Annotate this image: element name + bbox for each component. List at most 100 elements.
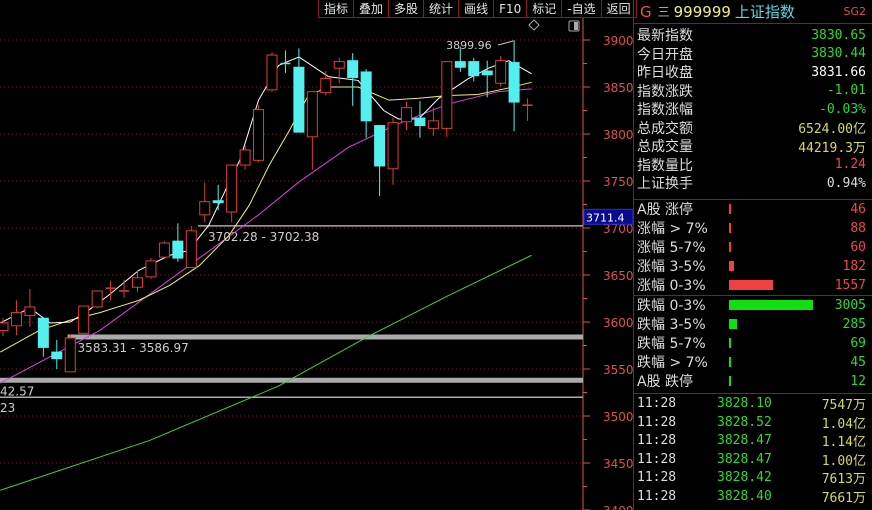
toolbar-button-8[interactable]: 返回 <box>600 0 637 18</box>
breadth-value: 1557 <box>834 277 866 293</box>
candle-down <box>51 351 63 360</box>
breadth-down-section: 跌幅 0-3% 3005 跌幅 3-5% 285 跌幅 5-7% 69 跌幅 > 7% 45 A… <box>634 296 872 394</box>
y-tick-label: 3800 <box>603 128 633 142</box>
candle-up <box>158 242 170 258</box>
tick-row: 11:28 3828.47 1.14亿 <box>634 432 872 451</box>
tick-time: 11:28 <box>637 488 677 504</box>
breadth-label: A股 跌停 <box>637 374 694 390</box>
panel-toggle-icon-fill <box>574 22 578 30</box>
stat-value: -1.01 <box>826 83 866 99</box>
stat-value: -0.03% <box>819 101 866 117</box>
tick-row: 11:28 3828.42 7613万 <box>634 469 872 487</box>
toolbar-button-0[interactable]: 指标 <box>318 0 353 18</box>
candle-up <box>401 107 412 123</box>
breadth-row: 涨幅 0-3% 1557 <box>634 276 872 295</box>
toolbar-button-4[interactable]: 画线 <box>458 0 493 18</box>
toolbar-button-6[interactable]: 标记 <box>526 0 561 18</box>
stats-section: 最新指数 3830.65 今日开盘 3830.44 昨日收盘 3831.66 指数涨跌 -1.… <box>634 24 872 200</box>
breadth-value: 88 <box>850 220 866 236</box>
breadth-label: 跌幅 5-7% <box>637 336 706 352</box>
candle-down <box>374 125 386 167</box>
high-arrow <box>497 40 514 46</box>
breadth-row: 涨幅 > 7% 88 <box>634 219 872 238</box>
stat-value: 0.94% <box>826 175 866 191</box>
tick-volume: 7547万 <box>821 398 866 414</box>
y-tick-label: 3850 <box>603 81 633 95</box>
toolbar-button-3[interactable]: 统计 <box>423 0 458 18</box>
stat-value: 6524.00亿 <box>798 122 866 138</box>
breadth-row: 涨幅 5-7% 60 <box>634 238 872 257</box>
stock-name: 上证指数 <box>734 3 795 21</box>
sg-tag[interactable]: SG2 <box>843 5 866 18</box>
candle-up <box>145 260 157 278</box>
toolbar-button-2[interactable]: 多股 <box>388 0 423 18</box>
candle-down <box>293 66 305 133</box>
diamond-icon[interactable] <box>528 19 540 31</box>
stat-label: 昨日收盘 <box>637 65 693 82</box>
candle-up <box>132 277 143 288</box>
toolbar-button-1[interactable]: 叠加 <box>353 0 388 18</box>
y-tick-label: 3500 <box>603 410 633 424</box>
candle-up <box>78 305 90 334</box>
candle-down <box>508 62 520 103</box>
tick-row: 11:28 3828.47 1.00亿 <box>634 450 872 469</box>
stat-row: 最新指数 3830.65 <box>634 26 872 45</box>
breadth-label: 涨幅 0-3% <box>637 278 706 294</box>
breadth-bar <box>729 357 731 367</box>
stat-row: 今日开盘 3830.44 <box>634 45 872 64</box>
candle-up <box>266 54 278 91</box>
candle-down <box>37 317 49 348</box>
stat-label: 最新指数 <box>637 28 693 45</box>
breadth-bar <box>729 223 731 233</box>
breadth-bar <box>729 338 731 348</box>
stat-label: 总成交量 <box>637 139 693 156</box>
current-price-label: 3711.4 <box>586 211 625 224</box>
breadth-value: 182 <box>842 258 866 274</box>
tick-price: 3828.42 <box>717 470 772 486</box>
quote-header: G 三 999999 上证指数 SG2 <box>634 0 872 24</box>
ma60-line <box>0 254 532 491</box>
tick-time: 11:28 <box>637 414 677 430</box>
stat-label: 总成交额 <box>637 120 693 137</box>
toolbar-button-7[interactable]: -自选 <box>561 0 600 18</box>
tick-price: 3828.40 <box>717 488 772 504</box>
candle-up <box>185 230 197 268</box>
tick-price: 3828.47 <box>717 451 772 467</box>
candle-down <box>468 61 480 77</box>
kline-chart[interactable]: 3900385038003750370036503600355035003450… <box>0 0 633 510</box>
stat-value: 3830.65 <box>811 27 866 43</box>
tick-row: 11:28 3828.40 7661万 <box>634 487 872 506</box>
stock-code: 999999 <box>673 2 731 21</box>
tick-time: 11:28 <box>637 433 677 449</box>
y-tick-label: 3650 <box>603 269 633 283</box>
breadth-row: A股 跌停 12 <box>634 372 872 391</box>
candle-up <box>239 149 251 166</box>
breadth-bar <box>729 204 731 214</box>
breadth-value: 3005 <box>834 297 866 313</box>
breadth-label: 涨幅 > 7% <box>637 221 708 237</box>
breadth-value: 45 <box>850 354 866 370</box>
candle-up <box>91 290 103 308</box>
breadth-label: 跌幅 0-3% <box>637 298 706 314</box>
stat-label: 上证换手 <box>637 176 693 193</box>
candle-up <box>333 61 345 69</box>
candle-down <box>414 117 426 127</box>
candle-up <box>306 91 318 138</box>
candle-up <box>64 337 76 373</box>
candle-up <box>253 109 265 161</box>
tick-volume: 7661万 <box>821 490 866 506</box>
level-label: 23 <box>0 401 15 415</box>
breadth-row: 跌幅 5-7% 69 <box>634 334 872 353</box>
breadth-bar <box>729 242 731 252</box>
candle-down <box>172 240 184 259</box>
toolbar-button-5[interactable]: F10 <box>493 0 526 18</box>
menu-icon[interactable]: 三 <box>658 3 670 20</box>
breadth-value: 12 <box>850 373 866 389</box>
y-tick-label: 3750 <box>603 175 633 189</box>
tick-row: 11:28 3828.10 7547万 <box>634 395 872 414</box>
y-tick-label: 3550 <box>603 363 633 377</box>
y-tick-label: 3600 <box>603 316 633 330</box>
tick-volume: 1.14亿 <box>821 435 866 451</box>
breadth-bar <box>729 280 773 290</box>
tick-list: 11:28 3828.10 7547万 11:28 3828.52 1.04亿 11:28 3… <box>634 394 872 506</box>
